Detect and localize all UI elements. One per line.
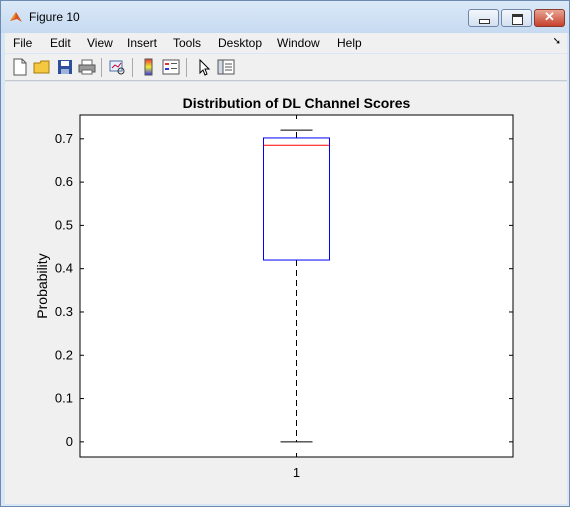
- y-tick-label: 0: [66, 434, 73, 449]
- pointer-icon[interactable]: [195, 58, 213, 76]
- box-plot-chart: Distribution of DL Channel Scores Probab…: [34, 95, 514, 480]
- legend-icon[interactable]: [162, 58, 180, 76]
- toolbar-separator: [132, 58, 133, 77]
- menu-help[interactable]: Help: [337, 36, 362, 50]
- y-tick-label: 0.4: [55, 261, 73, 276]
- menu-desktop[interactable]: Desktop: [218, 36, 262, 50]
- menu-window[interactable]: Window: [277, 36, 320, 50]
- y-tick-label: 0.1: [55, 391, 73, 406]
- y-tick-label: 0.7: [55, 131, 73, 146]
- figure-window: Figure 10 ✕ File Edit View Insert Tools …: [0, 0, 570, 507]
- y-tick-label: 0.6: [55, 174, 73, 189]
- menu-bar: File Edit View Insert Tools Desktop Wind…: [5, 33, 567, 53]
- property-editor-icon[interactable]: [217, 58, 235, 76]
- save-icon[interactable]: [56, 58, 74, 76]
- figure-canvas: Distribution of DL Channel Scores Probab…: [5, 82, 567, 504]
- window-title: Figure 10: [29, 10, 80, 24]
- new-figure-icon[interactable]: [11, 58, 29, 76]
- toolbar-separator: [101, 58, 102, 77]
- print-icon[interactable]: [78, 58, 96, 76]
- colorbar-icon[interactable]: [139, 58, 157, 76]
- menu-file[interactable]: File: [13, 36, 32, 50]
- menu-view[interactable]: View: [87, 36, 113, 50]
- title-bar[interactable]: Figure 10 ✕: [1, 1, 569, 33]
- maximize-button[interactable]: [501, 9, 532, 27]
- x-tick-label: 1: [293, 465, 300, 480]
- dock-arrow-icon[interactable]: ➘: [553, 36, 561, 47]
- minimize-icon: [479, 19, 490, 24]
- menu-edit[interactable]: Edit: [50, 36, 71, 50]
- toolbar-separator: [186, 58, 187, 77]
- maximize-icon: [512, 14, 523, 25]
- menu-insert[interactable]: Insert: [127, 36, 157, 50]
- close-button[interactable]: ✕: [534, 9, 565, 27]
- link-plot-icon[interactable]: [108, 58, 126, 76]
- chart-title: Distribution of DL Channel Scores: [183, 95, 411, 111]
- y-tick-label: 0.3: [55, 304, 73, 319]
- close-icon: ✕: [544, 9, 555, 24]
- y-tick-label: 0.2: [55, 347, 73, 362]
- y-tick-label: 0.5: [55, 217, 73, 232]
- open-file-icon[interactable]: [33, 58, 51, 76]
- menu-tools[interactable]: Tools: [173, 36, 201, 50]
- matlab-logo-icon: [10, 12, 22, 22]
- minimize-button[interactable]: [468, 9, 499, 27]
- toolbar: [5, 54, 567, 81]
- y-axis-label: Probability: [34, 253, 50, 318]
